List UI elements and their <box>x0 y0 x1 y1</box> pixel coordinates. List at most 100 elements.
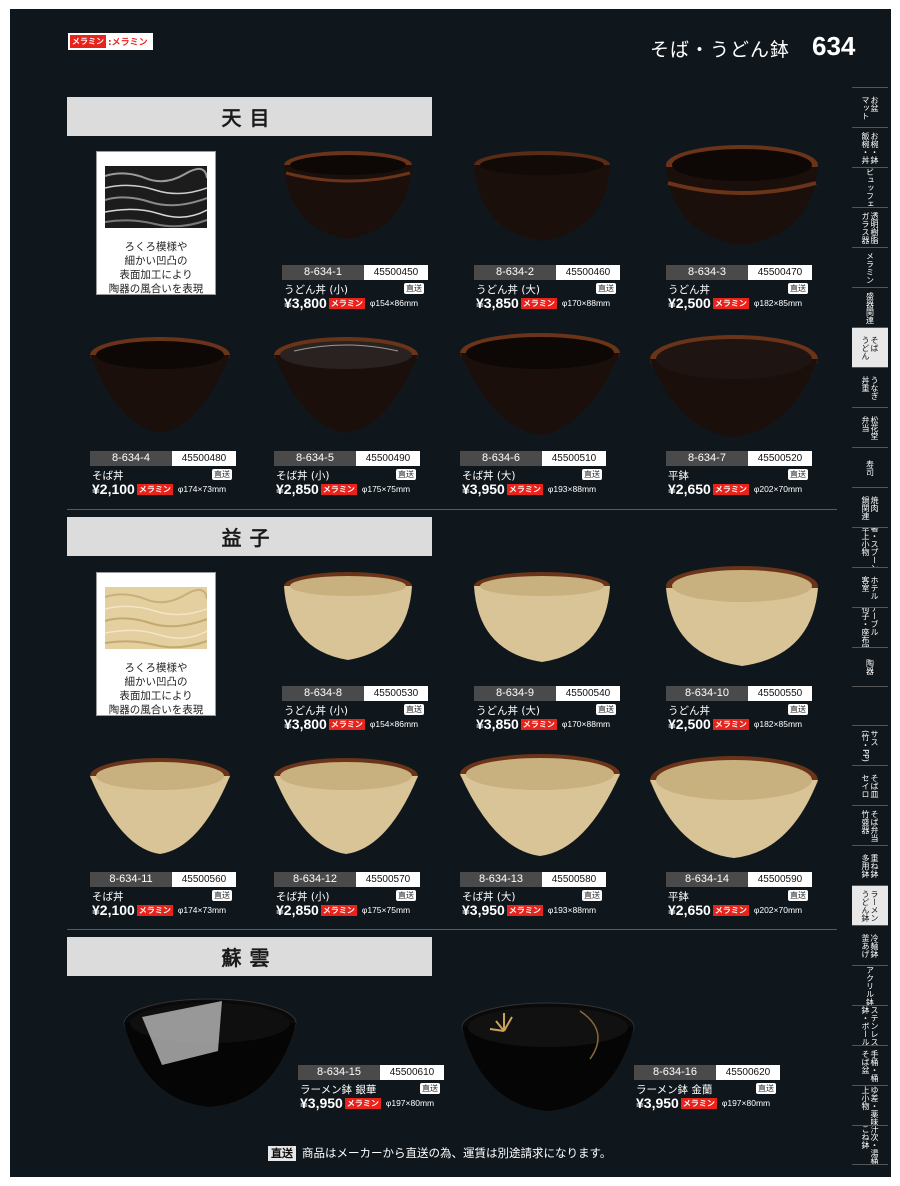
texture-box-tenmoku: ろくろ模様や 細かい凹凸の 表面加工により 陶器の風合いを表現 <box>96 151 216 295</box>
product-card[interactable]: 8-634-9 45500540 うどん丼 (大) 直送 ¥3,850 メラミン φ1… <box>474 564 664 744</box>
bowl-image <box>274 337 418 433</box>
material-badge: メラミン <box>136 483 173 495</box>
bowl-image <box>461 1002 635 1111</box>
size: φ202×70mm <box>753 905 803 915</box>
price: ¥3,800 <box>284 295 327 311</box>
product-code: 8-634-10 <box>666 686 748 701</box>
texture-description: ろくろ模様や 細かい凹凸の 表面加工により 陶器の風合いを表現 <box>108 662 204 716</box>
direct-badge: 直送 <box>212 890 232 901</box>
product-card[interactable]: 8-634-4 45500480 そば丼 直送 ¥2,100 メラミン φ174×73… <box>90 329 280 509</box>
size: φ182×85mm <box>753 298 803 308</box>
section-header-tenmoku: 天目 <box>67 97 432 136</box>
product-card[interactable]: 8-634-2 45500460 うどん丼 (大) 直送 ¥3,850 メラミン φ1… <box>474 143 664 323</box>
sidebar-tab[interactable]: 陶器 <box>852 647 888 687</box>
size: φ175×75mm <box>361 484 411 494</box>
jan-code: 45500530 <box>364 686 428 701</box>
jan-code: 45500490 <box>356 451 420 466</box>
sidebar-tab[interactable]: お椀・鉢 飯椀・丼 <box>852 127 888 167</box>
section-header-mashiko: 益子 <box>67 517 432 556</box>
sidebar-tab[interactable]: ステンレス 鉢・ボール <box>852 1005 888 1045</box>
material-badge: メラミン <box>320 904 357 916</box>
product-card[interactable]: 8-634-14 45500590 平鉢 直送 ¥2,650 メラミン φ202×70… <box>650 748 840 928</box>
sidebar-tab[interactable]: そば皿 セイロ <box>852 765 888 805</box>
texture-swatch-dark <box>105 166 207 228</box>
product-code: 8-634-8 <box>282 686 364 701</box>
melamine-tag: メラミン <box>70 35 106 48</box>
size: φ202×70mm <box>753 484 803 494</box>
sidebar-tab[interactable]: 箸・スプーン 卓上小物 <box>852 527 888 567</box>
catalog-page: メラミン :メラミン そば・うどん鉢 634 天目 ろくろ模様や 細かい凹凸の … <box>10 9 891 1177</box>
size: φ174×73mm <box>177 905 227 915</box>
sidebar-tab[interactable]: ホテル 客室 <box>852 567 888 607</box>
sidebar-tab[interactable]: 冷麺鉢 釜あげ <box>852 925 888 965</box>
product-card[interactable]: 8-634-8 45500530 うどん丼 (小) 直送 ¥3,800 メラミン φ1… <box>282 564 472 744</box>
sidebar-tab[interactable]: 重ね鉢 多用鉢 <box>852 845 888 885</box>
bowl-image <box>284 151 412 239</box>
price: ¥3,950 <box>462 902 505 918</box>
product-card[interactable]: 8-634-10 45500550 うどん丼 直送 ¥2,500 メラミン φ182×… <box>666 564 856 744</box>
price: ¥2,850 <box>276 902 319 918</box>
sidebar-tab[interactable]: テーブル 椅子・座布団 <box>852 607 888 647</box>
product-card[interactable]: 8-634-11 45500560 そば丼 直送 ¥2,100 メラミン φ174×7… <box>90 750 280 930</box>
product-card[interactable]: 8-634-5 45500490 そば丼 (小) 直送 ¥2,850 メラミン φ17… <box>274 329 464 509</box>
product-card[interactable]: 8-634-7 45500520 平鉢 直送 ¥2,650 メラミン φ202×70m… <box>650 327 840 507</box>
price: ¥2,500 <box>668 716 711 732</box>
bowl-image <box>284 572 412 660</box>
bowl-image <box>274 758 418 854</box>
bowl-image <box>460 333 620 435</box>
sidebar-tab[interactable]: 焼肉 鍋関連 <box>852 487 888 527</box>
material-badge: メラミン <box>328 297 365 309</box>
price: ¥3,800 <box>284 716 327 732</box>
material-badge: メラミン <box>506 904 543 916</box>
sidebar-tab[interactable]: 透明樹脂 ガラス器 <box>852 207 888 247</box>
bowl-image <box>474 572 610 662</box>
size: φ154×86mm <box>369 719 419 729</box>
price: ¥3,850 <box>476 716 519 732</box>
direct-shipping-badge: 直送 <box>268 1145 296 1161</box>
sidebar-tab[interactable]: うなぎ 丼重 <box>852 367 888 407</box>
sidebar-tab[interactable]: 寿司 <box>852 447 888 487</box>
sidebar-tab-active[interactable]: ラーメン うどん鉢 <box>852 885 888 925</box>
product-code: 8-634-11 <box>90 872 172 887</box>
sidebar-tab[interactable]: 盛器関連 <box>852 287 888 327</box>
jan-code: 45500470 <box>748 265 812 280</box>
sidebar-tab-active[interactable]: そば うどん <box>852 327 888 367</box>
jan-code: 45500560 <box>172 872 236 887</box>
size: φ193×88mm <box>547 484 597 494</box>
material-badge: メラミン <box>680 1097 717 1109</box>
product-card[interactable]: 8-634-1 45500450 うどん丼 (小) 直送 ¥3,800 メラミン φ1… <box>282 143 472 323</box>
product-card[interactable]: 8-634-6 45500510 そば丼 (大) 直送 ¥3,950 メラミン φ19… <box>460 325 650 505</box>
price: ¥2,650 <box>668 481 711 497</box>
product-card[interactable]: 8-634-16 45500620 ラーメン鉢 金蘭 直送 ¥3,950 メラミン φ… <box>634 943 824 1123</box>
texture-swatch-beige <box>105 587 207 649</box>
size: φ170×88mm <box>561 719 611 729</box>
sidebar-tab[interactable]: ビュッフェ <box>852 167 888 207</box>
sidebar-tab[interactable]: サス (竹・PP) <box>852 725 888 765</box>
bowl-image <box>666 566 818 666</box>
product-code: 8-634-13 <box>460 872 542 887</box>
sidebar-tab[interactable]: お盆 マット <box>852 87 888 127</box>
direct-badge: 直送 <box>420 1083 440 1094</box>
sidebar-tab[interactable]: 汁次・湯桶 こね鉢 <box>852 1125 888 1165</box>
product-card[interactable]: 8-634-3 45500470 うどん丼 直送 ¥2,500 メラミン φ182×8… <box>666 143 856 323</box>
texture-description: ろくろ模様や 細かい凹凸の 表面加工により 陶器の風合いを表現 <box>108 241 204 295</box>
jan-code: 45500460 <box>556 265 620 280</box>
product-card[interactable]: 8-634-12 45500570 そば丼 (小) 直送 ¥2,850 メラミン φ1… <box>274 750 464 930</box>
sidebar-tab[interactable]: アクリル鉢 <box>852 965 888 1005</box>
sidebar-tab[interactable]: つゆ差・薬味入 卓上小物 <box>852 1085 888 1125</box>
sidebar-tab[interactable]: メラミン <box>852 247 888 287</box>
price: ¥2,500 <box>668 295 711 311</box>
material-badge: メラミン <box>712 718 749 730</box>
product-code: 8-634-6 <box>460 451 542 466</box>
sidebar-tab[interactable]: 手桶・桶 そば盆 <box>852 1045 888 1085</box>
sidebar-tab[interactable]: 松花堂 弁当 <box>852 407 888 447</box>
jan-code: 45500550 <box>748 686 812 701</box>
direct-badge: 直送 <box>396 469 416 480</box>
direct-badge: 直送 <box>212 469 232 480</box>
sidebar-tab[interactable]: そば弁当 竹盛器 <box>852 805 888 845</box>
bowl-image <box>90 758 230 854</box>
size: φ182×85mm <box>753 719 803 729</box>
product-card[interactable]: 8-634-13 45500580 そば丼 (大) 直送 ¥3,950 メラミン φ1… <box>460 746 650 926</box>
jan-code: 45500610 <box>380 1065 444 1080</box>
price: ¥3,950 <box>300 1095 343 1111</box>
